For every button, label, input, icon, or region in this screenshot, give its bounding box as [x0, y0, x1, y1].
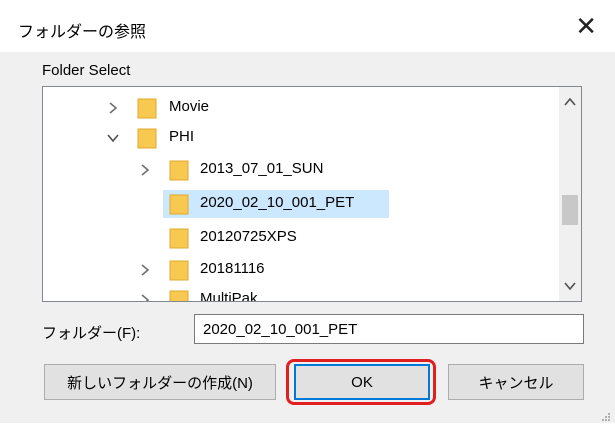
close-icon[interactable]: ✕ — [575, 12, 597, 42]
tree-item-2020-02-10-001-pet[interactable]: 2020_02_10_001_PET — [43, 189, 543, 219]
folder-icon — [137, 127, 157, 149]
resize-grip-icon[interactable] — [601, 409, 611, 421]
chevron-down-icon[interactable] — [105, 130, 121, 146]
folder-icon — [137, 97, 157, 119]
tree-item-label: 2013_07_01_SUN — [200, 160, 324, 177]
tree-item-20181116[interactable]: 20181116 — [43, 255, 543, 285]
folder-name-input[interactable]: 2020_02_10_001_PET — [194, 314, 584, 344]
chevron-right-icon[interactable] — [105, 100, 121, 116]
folder-icon — [169, 227, 189, 249]
vertical-scrollbar[interactable] — [559, 87, 581, 301]
folder-icon — [169, 159, 189, 181]
chevron-right-icon[interactable] — [137, 162, 153, 178]
scrollbar-thumb[interactable] — [562, 195, 578, 225]
folder-icon — [169, 289, 189, 301]
scroll-up-arrow-icon[interactable] — [559, 91, 581, 113]
tree-item-label: 20120725XPS — [200, 228, 297, 245]
folder-icon — [169, 193, 189, 215]
new-folder-button[interactable]: 新しいフォルダーの作成(N) — [44, 364, 276, 400]
tree-item-label: 20181116 — [200, 260, 265, 277]
chevron-right-icon[interactable] — [137, 262, 153, 278]
tree-item-multipak[interactable]: MultiPak — [43, 285, 543, 302]
folder-field-label: フォルダー(F): — [42, 325, 141, 342]
scroll-down-arrow-icon[interactable] — [559, 275, 581, 297]
tree-item-label: 2020_02_10_001_PET — [200, 194, 355, 211]
folder-tree[interactable]: Movie PHI 2013_07_01_SUN 2020_02_10_001_… — [42, 86, 582, 302]
cancel-button[interactable]: キャンセル — [448, 364, 584, 400]
tree-item-2013-07-01-sun[interactable]: 2013_07_01_SUN — [43, 155, 543, 185]
tree-item-label: Movie — [169, 98, 210, 115]
folder-icon — [169, 259, 189, 281]
tree-item-phi[interactable]: PHI — [43, 123, 543, 153]
dialog-title: フォルダーの参照 — [18, 24, 147, 41]
ok-button[interactable]: OK — [294, 364, 430, 400]
tree-item-movie[interactable]: Movie — [43, 93, 543, 123]
tree-item-label: MultiPak — [200, 290, 258, 302]
tree-item-label: PHI — [169, 128, 195, 145]
instruction-text: Folder Select — [42, 62, 131, 79]
tree-item-20120725xps[interactable]: 20120725XPS — [43, 223, 543, 253]
title-bar: フォルダーの参照 ✕ — [0, 0, 615, 60]
chevron-right-icon[interactable] — [137, 292, 153, 301]
